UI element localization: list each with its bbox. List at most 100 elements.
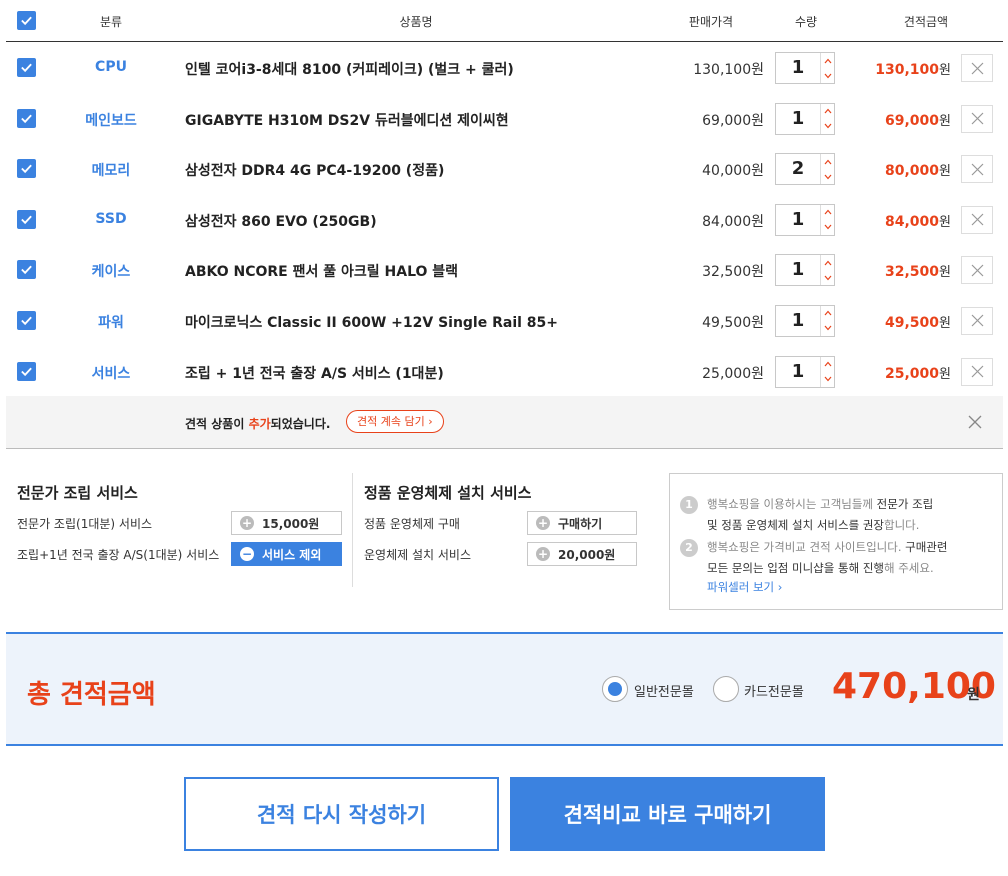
qty-up-button[interactable]	[821, 205, 834, 220]
close-icon	[971, 365, 983, 378]
remove-item-button[interactable]	[961, 357, 993, 386]
quantity-input[interactable]: 2	[776, 154, 820, 184]
info-text-part: 행복쇼핑은 가격비교 견적 사이트입니다.	[707, 540, 906, 554]
notice-text-end: 되었습니다.	[270, 417, 331, 431]
notice-highlight: 추가	[248, 417, 271, 431]
check-icon	[21, 114, 32, 123]
close-icon	[971, 112, 983, 125]
item-name[interactable]: 인텔 코어i3-8세대 8100 (커피레이크) (벌크 + 쿨러)	[185, 59, 514, 79]
total-currency: 원	[967, 687, 980, 703]
assembly-add-button[interactable]: +15,000원	[231, 511, 342, 535]
general-mall-label[interactable]: 일반전문몰	[634, 681, 694, 700]
qty-down-button[interactable]	[821, 372, 834, 387]
qty-up-button[interactable]	[821, 154, 834, 169]
quantity-input[interactable]: 1	[776, 104, 820, 134]
qty-down-button[interactable]	[821, 270, 834, 285]
buy-now-button[interactable]: 견적비교 바로 구매하기	[510, 777, 825, 851]
continue-adding-button[interactable]: 견적 계속 담기 ›	[346, 410, 444, 433]
item-total-value: 25,000	[885, 365, 940, 382]
item-total: 69,000원	[851, 110, 951, 129]
item-checkbox[interactable]	[17, 310, 36, 330]
item-price: 84,000원	[702, 213, 764, 230]
qty-up-button[interactable]	[821, 53, 834, 68]
header-qty: 수량	[794, 15, 818, 29]
item-price: 49,500원	[702, 314, 764, 331]
info-text: 행복쇼핑을 이용하시는 고객님들께 전문가 조립 및 정품 운영체제 설치 서비스…	[707, 494, 987, 536]
item-checkbox[interactable]	[17, 209, 36, 229]
item-category[interactable]: 서비스	[61, 363, 161, 383]
quantity-input[interactable]: 1	[776, 255, 820, 285]
quantity-input[interactable]: 1	[776, 53, 820, 83]
remove-item-button[interactable]	[961, 205, 993, 234]
os-install-button[interactable]: +20,000원	[527, 542, 637, 566]
quantity-input[interactable]: 1	[776, 357, 820, 387]
item-checkbox[interactable]	[17, 108, 36, 128]
os-purchase-button[interactable]: + 구매하기	[527, 511, 637, 535]
quantity-input[interactable]: 1	[776, 205, 820, 235]
item-total-value: 32,500	[885, 264, 940, 281]
table-row: 파워 마이크로닉스 Classic II 600W +12V Single Ra…	[6, 295, 1003, 346]
added-notice-bar: 견적 상품이 추가되었습니다. 견적 계속 담기 ›	[6, 396, 1003, 449]
check-icon	[21, 215, 32, 224]
qty-down-button[interactable]	[821, 68, 834, 83]
qty-up-button[interactable]	[821, 357, 834, 372]
item-category[interactable]: CPU	[61, 59, 161, 75]
qty-down-button[interactable]	[821, 119, 834, 134]
item-name[interactable]: 삼성전자 860 EVO (250GB)	[185, 211, 377, 231]
chevron-up-icon	[824, 260, 831, 266]
item-name[interactable]: 조립 + 1년 전국 출장 A/S 서비스 (1대분)	[185, 363, 444, 383]
rewrite-quote-button[interactable]: 견적 다시 작성하기	[184, 777, 499, 851]
info-text-part: 합니다.	[883, 518, 920, 532]
header-category: 분류	[99, 15, 123, 29]
item-total-value: 84,000	[885, 213, 940, 230]
plus-icon: +	[240, 516, 254, 530]
item-category[interactable]: 메인보드	[61, 110, 161, 130]
qty-down-button[interactable]	[821, 169, 834, 184]
chevron-down-icon	[824, 73, 831, 78]
assembly-as-status: 서비스 제외	[262, 547, 322, 562]
item-total-value: 80,000	[885, 163, 940, 180]
remove-item-button[interactable]	[961, 54, 993, 82]
table-row: 메인보드 GIGABYTE H310M DS2V 듀러블에디션 제이씨현 69,…	[6, 93, 1003, 144]
qty-down-button[interactable]	[821, 220, 834, 235]
quantity-input[interactable]: 1	[776, 306, 820, 336]
item-checkbox[interactable]	[17, 361, 36, 381]
chevron-down-icon	[824, 376, 831, 382]
item-checkbox[interactable]	[17, 58, 36, 77]
item-category[interactable]: SSD	[61, 211, 161, 227]
header-price: 판매가격	[688, 15, 734, 29]
item-name[interactable]: GIGABYTE H310M DS2V 듀러블에디션 제이씨현	[185, 110, 509, 130]
quantity-stepper: 1	[775, 102, 835, 135]
close-notice-icon[interactable]	[968, 415, 982, 429]
remove-item-button[interactable]	[961, 256, 993, 285]
card-mall-radio[interactable]	[713, 676, 739, 702]
item-category[interactable]: 파워	[61, 312, 161, 332]
item-category[interactable]: 케이스	[61, 261, 161, 281]
item-checkbox[interactable]	[17, 159, 36, 179]
qty-up-button[interactable]	[821, 255, 834, 270]
item-total-unit: 원	[939, 315, 951, 331]
item-category[interactable]: 메모리	[61, 160, 161, 180]
item-checkbox[interactable]	[17, 260, 36, 280]
table-row: 케이스 ABKO NCORE 팬서 풀 아크릴 HALO 블랙 32,500원 …	[6, 244, 1003, 295]
remove-item-button[interactable]	[961, 306, 993, 335]
item-name[interactable]: ABKO NCORE 팬서 풀 아크릴 HALO 블랙	[185, 261, 458, 281]
remove-item-button[interactable]	[961, 155, 993, 184]
close-icon	[971, 163, 983, 176]
select-all-checkbox[interactable]	[17, 11, 36, 30]
item-name[interactable]: 삼성전자 DDR4 4G PC4-19200 (정품)	[185, 160, 444, 180]
quantity-stepper: 2	[775, 153, 835, 186]
remove-item-button[interactable]	[961, 104, 993, 133]
assembly-as-exclude-button[interactable]: − 서비스 제외	[231, 542, 342, 566]
info-text-part: 행복쇼핑을 이용하시는 고객님들께	[707, 497, 877, 511]
qty-up-button[interactable]	[821, 306, 834, 321]
qty-down-button[interactable]	[821, 321, 834, 336]
power-seller-link[interactable]: 파워셀러 보기 ›	[707, 579, 782, 595]
chevron-up-icon	[824, 159, 831, 165]
card-mall-label[interactable]: 카드전문몰	[744, 681, 804, 700]
table-row: CPU 인텔 코어i3-8세대 8100 (커피레이크) (벌크 + 쿨러) 1…	[6, 42, 1003, 93]
item-name[interactable]: 마이크로닉스 Classic II 600W +12V Single Rail …	[185, 312, 558, 332]
general-mall-radio[interactable]	[602, 676, 628, 702]
item-total-unit: 원	[939, 113, 951, 129]
qty-up-button[interactable]	[821, 104, 834, 119]
